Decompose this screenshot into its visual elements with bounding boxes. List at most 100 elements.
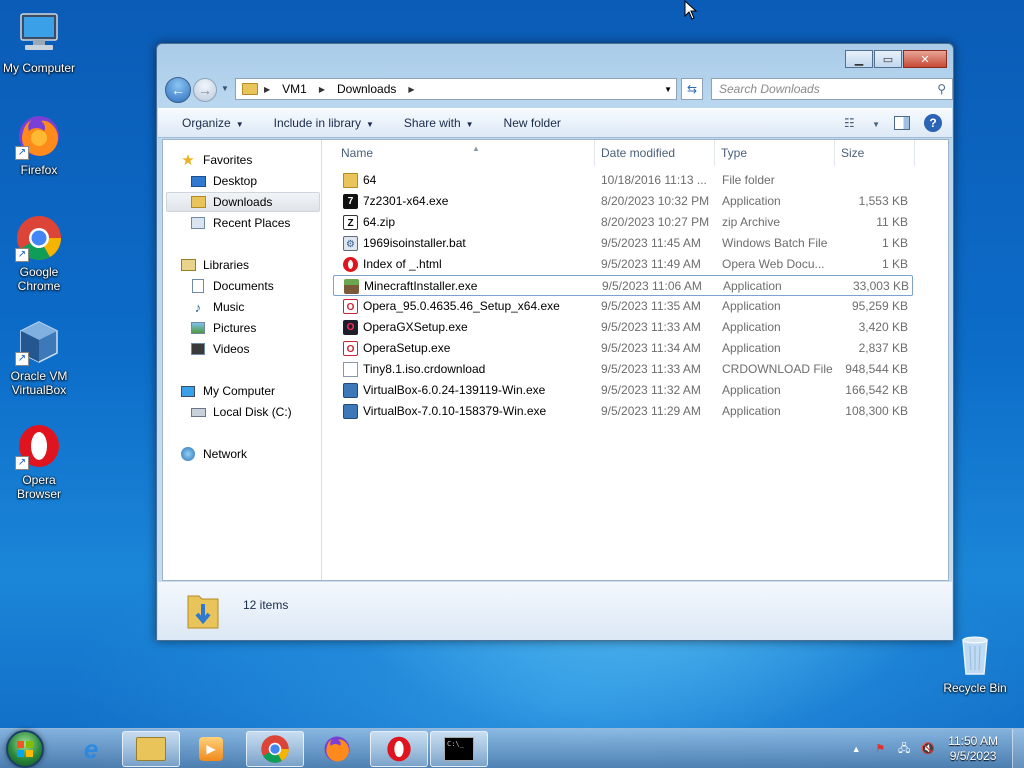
sidebar-item-favorites[interactable]: ★ Favorites xyxy=(179,150,252,170)
breadcrumb-vm1[interactable]: VM1 xyxy=(282,82,307,96)
file-row[interactable]: ⚙ 1969isoinstaller.bat 9/5/2023 11:45 AM… xyxy=(333,233,913,254)
maximize-button[interactable]: ▭ xyxy=(874,50,902,68)
sidebar-item-network[interactable]: Network xyxy=(179,444,247,464)
file-name: OperaSetup.exe xyxy=(363,341,451,355)
minecraft-icon xyxy=(344,279,359,294)
sidebar-item-label: Desktop xyxy=(213,174,258,188)
taskbar-opera[interactable] xyxy=(370,731,428,767)
sidebar-item-label: Favorites xyxy=(203,153,253,167)
minimize-button[interactable]: ▁ xyxy=(845,50,873,68)
file-name: 7z2301-x64.exe xyxy=(363,194,449,208)
file-row[interactable]: O Opera_95.0.4635.46_Setup_x64.exe 9/5/2… xyxy=(333,296,913,317)
start-button[interactable] xyxy=(6,730,44,768)
change-view-button[interactable]: ☷ ▼ xyxy=(830,116,880,130)
sidebar-item-documents[interactable]: Documents xyxy=(189,276,274,296)
sidebar-item-local-disk[interactable]: Local Disk (C:) xyxy=(189,402,292,422)
minimize-icon: ▁ xyxy=(854,53,864,66)
sidebar-item-videos[interactable]: Videos xyxy=(189,339,249,359)
sidebar-item-libraries[interactable]: Libraries xyxy=(179,255,249,275)
file-row[interactable]: 64 10/18/2016 11:13 ... File folder xyxy=(333,170,913,191)
file-type: Application xyxy=(722,194,781,208)
sidebar-item-label: My Computer xyxy=(203,384,276,398)
shortcut-arrow-icon: ↗ xyxy=(15,352,29,366)
file-row[interactable]: VirtualBox-6.0.24-139119-Win.exe 9/5/202… xyxy=(333,380,913,401)
caret-down-icon: ▼ xyxy=(235,120,244,129)
sidebar-item-recent-places[interactable]: Recent Places xyxy=(189,213,290,233)
virtualbox-icon xyxy=(343,404,358,419)
volume-muted-icon[interactable]: 🔇 xyxy=(920,741,936,757)
sidebar-item-my-computer[interactable]: My Computer xyxy=(179,381,275,401)
breadcrumb-downloads[interactable]: Downloads xyxy=(337,82,396,96)
mouse-cursor-icon xyxy=(684,0,698,23)
file-date: 9/5/2023 11:35 AM xyxy=(601,299,701,313)
address-dropdown-icon[interactable]: ▼ xyxy=(664,85,672,94)
sidebar-item-pictures[interactable]: Pictures xyxy=(189,318,256,338)
desktop-icon-virtualbox[interactable]: ↗ Oracle VM VirtualBox xyxy=(0,318,78,397)
address-bar[interactable]: ▶ VM1 ▶ Downloads ▶ ▼ xyxy=(235,78,677,100)
file-date: 9/5/2023 11:33 AM xyxy=(601,320,701,334)
preview-pane-button[interactable] xyxy=(894,116,910,130)
close-icon: ✕ xyxy=(920,53,930,66)
refresh-icon: ⇆ xyxy=(686,82,698,96)
share-with-menu[interactable]: Share with ▼ xyxy=(404,116,474,130)
organize-menu[interactable]: Organize ▼ xyxy=(182,116,244,130)
include-in-library-menu[interactable]: Include in library ▼ xyxy=(274,116,374,130)
desktop-icon-opera[interactable]: ↗ Opera Browser xyxy=(0,422,78,501)
column-header-type[interactable]: Type xyxy=(715,140,835,166)
taskbar-command-prompt[interactable]: C:\_ xyxy=(430,731,488,767)
column-header-name[interactable]: ▲ Name xyxy=(335,140,595,166)
star-icon: ★ xyxy=(181,152,195,169)
file-date: 9/5/2023 11:06 AM xyxy=(602,279,702,293)
opera-icon xyxy=(387,736,411,762)
network-status-icon[interactable]: 🖧 xyxy=(896,741,912,757)
file-row[interactable]: O OperaSetup.exe 9/5/2023 11:34 AM Appli… xyxy=(333,338,913,359)
caret-down-icon: ▼ xyxy=(465,120,474,129)
clock[interactable]: 11:50 AM 9/5/2023 xyxy=(948,734,998,764)
file-row[interactable]: VirtualBox-7.0.10-158379-Win.exe 9/5/202… xyxy=(333,401,913,422)
desktop-icon-label: Google Chrome xyxy=(17,265,61,293)
help-icon[interactable]: ? xyxy=(924,114,942,132)
details-pane: 12 items xyxy=(158,582,952,640)
file-row[interactable]: Z 64.zip 8/20/2023 10:27 PM zip Archive … xyxy=(333,212,913,233)
file-row[interactable]: Index of _.html 9/5/2023 11:49 AM Opera … xyxy=(333,254,913,275)
search-input[interactable]: Search Downloads ⚲ xyxy=(711,78,953,100)
file-name: 64 xyxy=(363,173,377,187)
sidebar-item-label: Videos xyxy=(213,342,250,356)
taskbar-media-player[interactable]: ▶ xyxy=(182,731,240,767)
file-row[interactable]: 7 7z2301-x64.exe 8/20/2023 10:32 PM Appl… xyxy=(333,191,913,212)
desktop-icon-google-chrome[interactable]: ↗ Google Chrome xyxy=(0,214,78,293)
refresh-button[interactable]: ⇆ xyxy=(681,78,703,100)
sidebar-item-label: Network xyxy=(203,447,248,461)
recent-pages-button[interactable]: ▼ xyxy=(221,84,229,93)
taskbar-chrome[interactable] xyxy=(246,731,304,767)
file-type: Application xyxy=(722,320,781,334)
show-desktop-button[interactable] xyxy=(1012,729,1024,768)
file-row[interactable]: O OperaGXSetup.exe 9/5/2023 11:33 AM App… xyxy=(333,317,913,338)
sidebar-item-desktop[interactable]: Desktop xyxy=(189,171,257,191)
file-row[interactable]: MinecraftInstaller.exe 9/5/2023 11:06 AM… xyxy=(333,275,913,296)
explorer-window: ▁ ▭ ✕ ← → ▼ ▶ VM1 ▶ Downloads ▶ ▼ ⇆ Sear… xyxy=(156,43,954,641)
action-center-flag-icon[interactable]: ⚑ xyxy=(872,741,888,757)
file-date: 9/5/2023 11:29 AM xyxy=(601,404,701,418)
back-button[interactable]: ← xyxy=(165,77,191,103)
desktop-icon-my-computer[interactable]: My Computer xyxy=(0,10,78,75)
new-folder-button[interactable]: New folder xyxy=(504,116,561,130)
file-date: 9/5/2023 11:33 AM xyxy=(601,362,701,376)
sidebar-item-music[interactable]: ♪ Music xyxy=(189,297,245,317)
breadcrumb-separator-icon: ▶ xyxy=(318,84,325,94)
show-hidden-icons-button[interactable]: ▲ xyxy=(848,741,864,757)
close-button[interactable]: ✕ xyxy=(903,50,947,68)
downloads-folder-large-icon xyxy=(186,590,220,630)
taskbar-firefox[interactable] xyxy=(308,731,366,767)
column-header-date-modified[interactable]: Date modified xyxy=(595,140,715,166)
desktop-icon-firefox[interactable]: ↗ Firefox xyxy=(0,112,78,177)
file-row[interactable]: Tiny8.1.iso.crdownload 9/5/2023 11:33 AM… xyxy=(333,359,913,380)
sidebar-item-downloads[interactable]: Downloads xyxy=(166,192,320,212)
file-name: VirtualBox-6.0.24-139119-Win.exe xyxy=(363,383,546,397)
forward-button[interactable]: → xyxy=(193,78,217,102)
taskbar-internet-explorer[interactable]: e xyxy=(62,731,120,767)
file-date: 9/5/2023 11:32 AM xyxy=(601,383,701,397)
file-date: 9/5/2023 11:45 AM xyxy=(601,236,701,250)
taskbar-file-explorer[interactable] xyxy=(122,731,180,767)
column-header-size[interactable]: Size xyxy=(835,140,915,166)
